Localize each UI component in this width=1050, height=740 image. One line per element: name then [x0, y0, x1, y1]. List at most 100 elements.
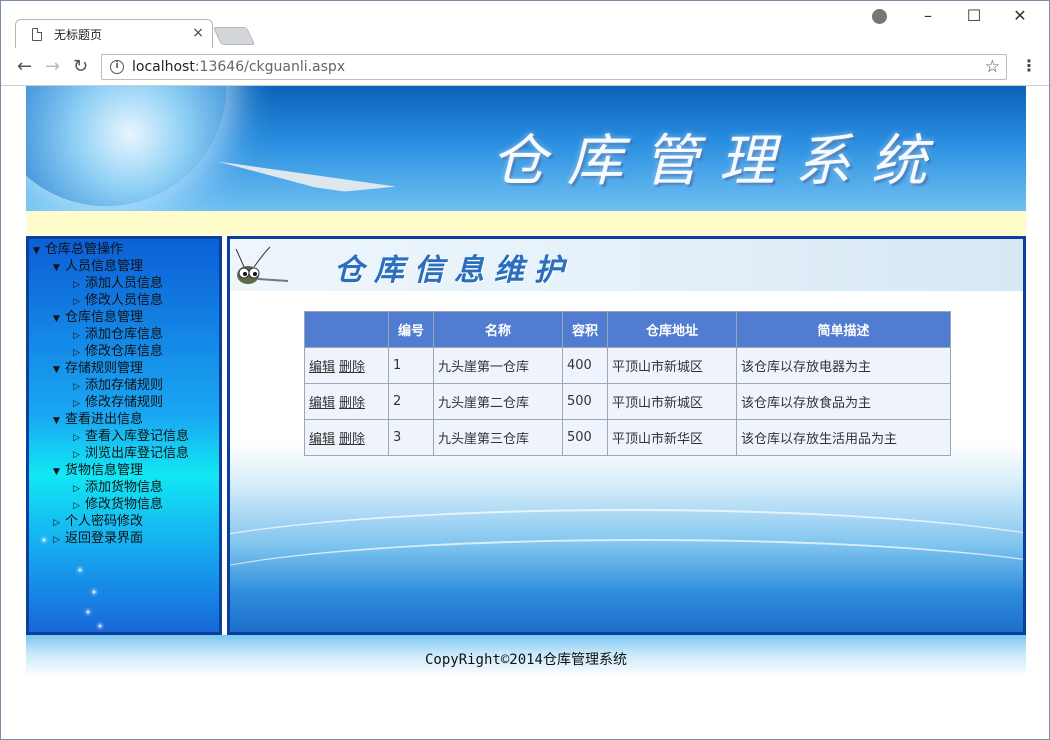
table-cell: 400: [562, 347, 608, 384]
action-cell: 编辑 删除: [304, 383, 389, 420]
page-title: 仓库信息维护: [334, 253, 574, 288]
table-row: 编辑 删除 2 九头崖第二仓库 500 平顶山市新城区 该仓库以存放食品为主: [304, 383, 951, 420]
sidebar-item[interactable]: ▷ 返回登录界面: [53, 530, 143, 549]
account-icon[interactable]: [872, 9, 887, 24]
header-cell-description: 简单描述: [736, 311, 951, 348]
back-icon[interactable]: ←: [17, 56, 32, 77]
collapse-arrow-icon[interactable]: ▼: [53, 413, 65, 430]
sidebar-item-label[interactable]: 修改货物信息: [85, 497, 163, 512]
table-cell: 九头崖第二仓库: [433, 383, 563, 420]
sparkle: [99, 625, 101, 627]
sidebar-item-label[interactable]: 人员信息管理: [65, 259, 143, 274]
tab-title: 无标题页: [54, 28, 103, 42]
collapse-arrow-icon[interactable]: ▼: [53, 311, 65, 328]
table-row: 编辑 删除 3 九头崖第三仓库 500 平顶山市新华区 该仓库以存放生活用品为主: [304, 419, 951, 456]
reload-icon[interactable]: ↻: [73, 56, 88, 77]
table-cell: 该仓库以存放生活用品为主: [736, 419, 951, 456]
warehouse-table: 编号 名称 容积 仓库地址 简单描述 编辑 删除 1 九头崖第一仓库 400 平顶山市新城…: [304, 311, 951, 456]
new-tab-button[interactable]: [212, 27, 256, 45]
footer: CopyRight©2014仓库管理系统: [26, 635, 1026, 677]
table-cell: 平顶山市新城区: [607, 383, 737, 420]
sparkle: [43, 539, 45, 541]
sidebar-item-label[interactable]: 修改人员信息: [85, 293, 163, 308]
sidebar-item-label[interactable]: 个人密码修改: [65, 514, 143, 529]
close-tab-icon[interactable]: ×: [192, 25, 204, 41]
action-cell: 编辑 删除: [304, 347, 389, 384]
table-cell: 平顶山市新华区: [607, 419, 737, 456]
sidebar-item-label[interactable]: 添加人员信息: [85, 276, 163, 291]
header-banner: 仓库管理系统: [26, 86, 1026, 211]
table-cell: 500: [562, 383, 608, 420]
banner-stripe: [26, 211, 1026, 235]
system-title: 仓库管理系统: [491, 129, 947, 194]
browser-window: 无标题页 × – ☐ ✕ ← → ↻ i localhost:13646/ckg…: [0, 0, 1050, 740]
sidebar-item-label[interactable]: 修改仓库信息: [85, 344, 163, 359]
action-cell: 编辑 删除: [304, 419, 389, 456]
table-cell: 平顶山市新城区: [607, 347, 737, 384]
edit-link[interactable]: 编辑: [309, 396, 335, 411]
address-bar[interactable]: i localhost:13646/ckguanli.aspx ☆: [101, 54, 1007, 80]
planet-image: [26, 86, 226, 206]
delete-link[interactable]: 删除: [339, 432, 365, 447]
table-row: 编辑 删除 1 九头崖第一仓库 400 平顶山市新城区 该仓库以存放电器为主: [304, 347, 951, 384]
info-icon[interactable]: i: [110, 60, 124, 74]
table-cell: 1: [388, 347, 434, 384]
ant-mascot-icon: [235, 246, 289, 284]
sparkle: [79, 569, 81, 571]
collapse-arrow-icon[interactable]: ▼: [53, 362, 65, 379]
minimize-icon[interactable]: –: [916, 6, 940, 25]
table-cell: 2: [388, 383, 434, 420]
sidebar-item-label[interactable]: 仓库总管操作: [45, 242, 123, 257]
url-text[interactable]: localhost:13646/ckguanli.aspx: [132, 59, 345, 75]
browser-tab[interactable]: 无标题页 ×: [15, 19, 213, 49]
sidebar-item-label[interactable]: 浏览出库登记信息: [85, 446, 189, 461]
expand-arrow-icon[interactable]: ▷: [53, 532, 65, 549]
maximize-icon[interactable]: ☐: [962, 6, 986, 25]
sidebar-item-label[interactable]: 货物信息管理: [65, 463, 143, 478]
collapse-arrow-icon[interactable]: ▼: [53, 464, 65, 481]
delete-link[interactable]: 删除: [339, 396, 365, 411]
title-bar: 无标题页 × – ☐ ✕: [1, 1, 1049, 49]
header-cell-name: 名称: [433, 311, 563, 348]
table-cell: 该仓库以存放食品为主: [736, 383, 951, 420]
sidebar-item-label[interactable]: 添加存储规则: [85, 378, 163, 393]
sidebar-item-label[interactable]: 仓库信息管理: [65, 310, 143, 325]
table-cell: 九头崖第三仓库: [433, 419, 563, 456]
paper-plane-image: [216, 161, 396, 199]
bookmark-star-icon[interactable]: ☆: [985, 57, 1000, 77]
header-cell-id: 编号: [388, 311, 434, 348]
forward-icon[interactable]: →: [45, 56, 60, 77]
header-cell-actions: [304, 311, 389, 348]
swirl-decoration: [230, 539, 1023, 632]
sparkle: [87, 611, 89, 613]
sidebar-item-label[interactable]: 添加货物信息: [85, 480, 163, 495]
edit-link[interactable]: 编辑: [309, 432, 335, 447]
page-icon: [32, 28, 42, 41]
collapse-arrow-icon[interactable]: ▼: [33, 243, 45, 260]
browser-toolbar: ← → ↻ i localhost:13646/ckguanli.aspx ☆: [1, 48, 1049, 86]
table-header-row: 编号 名称 容积 仓库地址 简单描述: [304, 311, 951, 348]
sparkle: [93, 591, 95, 593]
copyright-text: CopyRight©2014仓库管理系统: [424, 652, 627, 668]
edit-link[interactable]: 编辑: [309, 360, 335, 375]
sidebar-item-label[interactable]: 存储规则管理: [65, 361, 143, 376]
sidebar-item-label[interactable]: 修改存储规则: [85, 395, 163, 410]
sidebar-item-label[interactable]: 返回登录界面: [65, 531, 143, 546]
header-cell-capacity: 容积: [562, 311, 608, 348]
table-cell: 该仓库以存放电器为主: [736, 347, 951, 384]
menu-icon[interactable]: ⋮: [1021, 56, 1037, 75]
close-window-icon[interactable]: ✕: [1008, 6, 1032, 25]
delete-link[interactable]: 删除: [339, 360, 365, 375]
collapse-arrow-icon[interactable]: ▼: [53, 260, 65, 277]
sidebar-item-label[interactable]: 查看入库登记信息: [85, 429, 189, 444]
page-content: 仓库管理系统 ▼ 仓库总管操作 ▼ 人员信息管理 ▷ 添加人员信息 ▷ 修改人员信息 ▼ 仓库信息…: [10, 86, 1041, 736]
header-cell-address: 仓库地址: [607, 311, 737, 348]
table-cell: 九头崖第一仓库: [433, 347, 563, 384]
sidebar-tree: ▼ 仓库总管操作 ▼ 人员信息管理 ▷ 添加人员信息 ▷ 修改人员信息 ▼ 仓库信息管理 ▷ 添加仓库…: [26, 236, 222, 635]
table-cell: 3: [388, 419, 434, 456]
sidebar-item-label[interactable]: 添加仓库信息: [85, 327, 163, 342]
table-cell: 500: [562, 419, 608, 456]
panel-header: 仓库信息维护: [230, 239, 1023, 291]
main-panel: 仓库信息维护 编号 名称 容积 仓库地址 简单描述 编辑 删除 1 九头崖第一仓库 40…: [227, 236, 1026, 635]
sidebar-item-label[interactable]: 查看进出信息: [65, 412, 143, 427]
